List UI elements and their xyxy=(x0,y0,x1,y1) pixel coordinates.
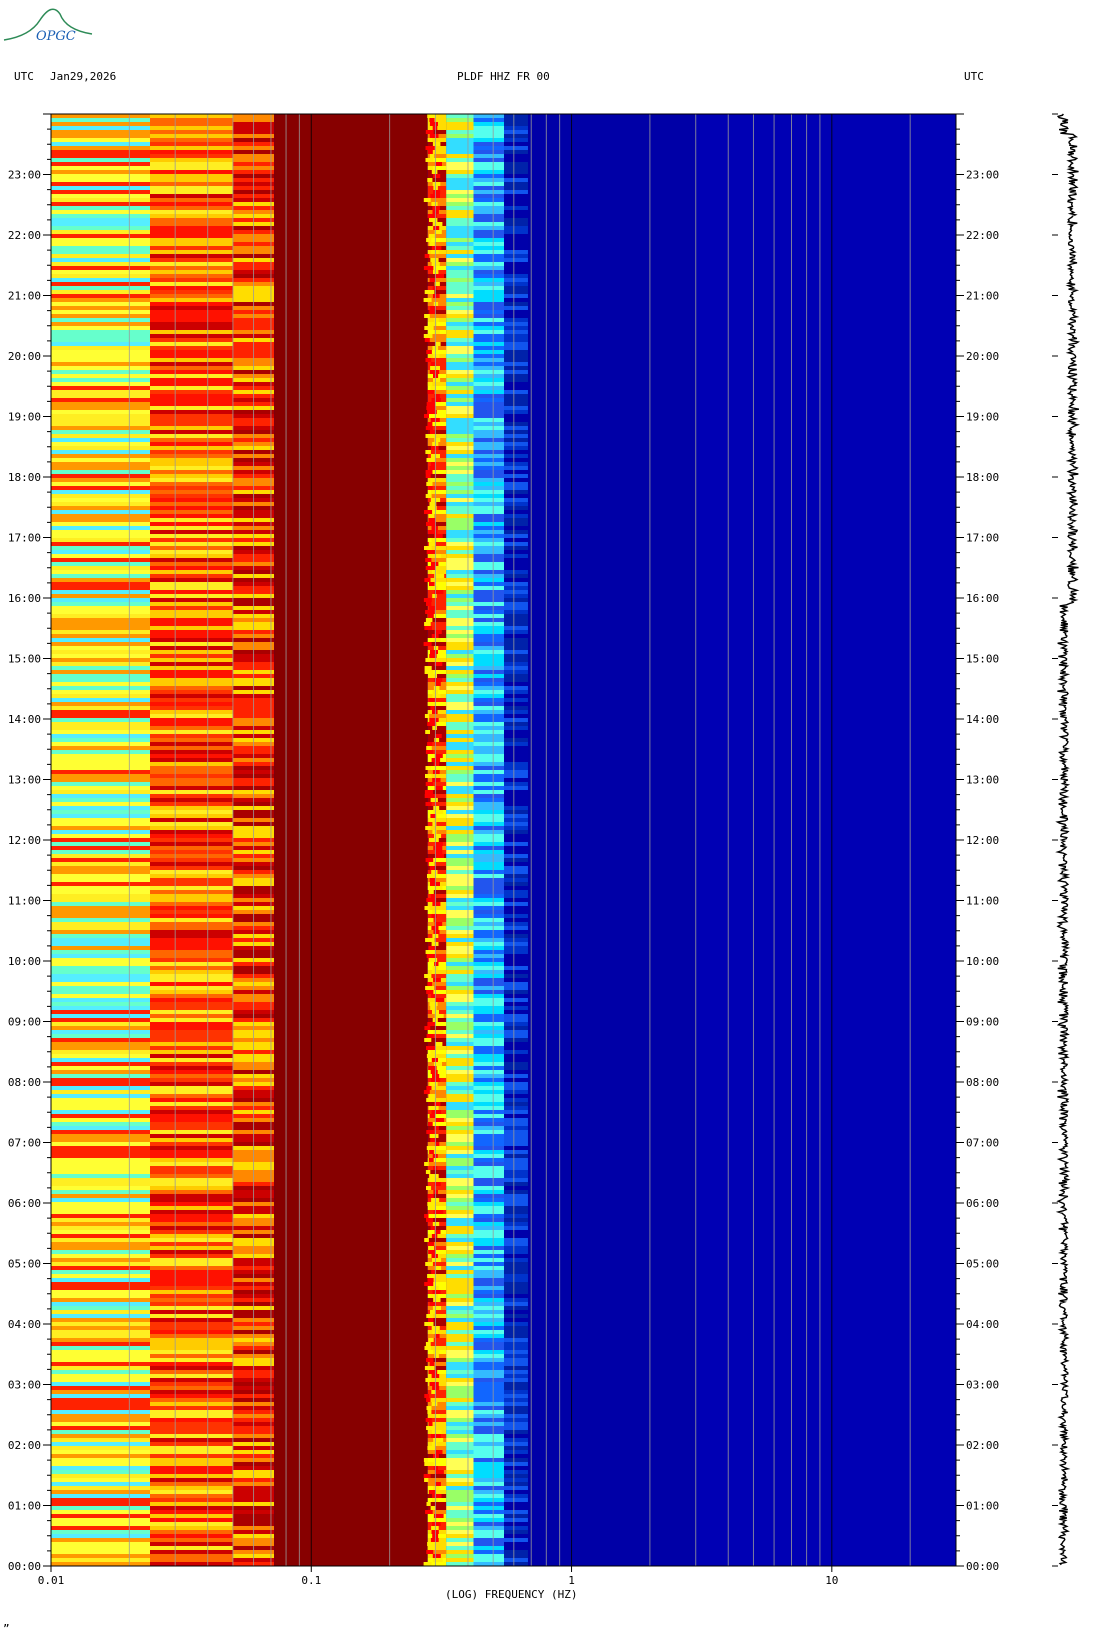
y-tick-label-right: 14:00 xyxy=(966,713,999,726)
y-tick-label-left: 16:00 xyxy=(8,592,41,605)
y-tick-label-right: 17:00 xyxy=(966,532,999,545)
y-tick-label-left: 14:00 xyxy=(8,713,41,726)
y-tick-label-left: 08:00 xyxy=(8,1076,41,1089)
y-tick-label-left: 19:00 xyxy=(8,411,41,424)
y-tick-label-right: 10:00 xyxy=(966,955,999,968)
seismogram-path xyxy=(1055,113,1080,1566)
x-tick-label: 0.1 xyxy=(301,1574,321,1587)
logo-text: OPGC xyxy=(36,29,76,44)
y-tick-label-left: 20:00 xyxy=(8,350,41,363)
x-axis: 0.01 0.1 1 10 xyxy=(38,1566,838,1587)
y-tick-label-right: 18:00 xyxy=(966,471,999,484)
y-tick-label-right: 00:00 xyxy=(966,1560,999,1573)
y-tick-label-right: 02:00 xyxy=(966,1439,999,1452)
y-tick-label-left: 09:00 xyxy=(8,1016,41,1029)
x-tick-label: 0.01 xyxy=(38,1574,65,1587)
y-tick-label-left: 05:00 xyxy=(8,1258,41,1271)
spectrogram-figure: OPGC UTC Jan29,2026 PLDF HHZ FR 00 UTC 0… xyxy=(3,8,1080,1634)
y-tick-label-left: 22:00 xyxy=(8,229,41,242)
header-utc-left: UTC xyxy=(14,70,34,83)
seismogram-trace xyxy=(1052,113,1080,1567)
y-tick-label-right: 13:00 xyxy=(966,774,999,787)
y-tick-label-right: 04:00 xyxy=(966,1318,999,1331)
y-tick-label-left: 21:00 xyxy=(8,290,41,303)
spectrogram-cells xyxy=(51,114,528,1566)
x-tick-label: 10 xyxy=(825,1574,838,1587)
y-tick-label-left: 10:00 xyxy=(8,955,41,968)
y-tick-label-right: 16:00 xyxy=(966,592,999,605)
y-tick-label-left: 12:00 xyxy=(8,834,41,847)
y-tick-label-right: 11:00 xyxy=(966,895,999,908)
y-tick-label-right: 01:00 xyxy=(966,1500,999,1513)
opgc-logo: OPGC xyxy=(3,8,93,44)
header-date: Jan29,2026 xyxy=(50,70,116,83)
y-tick-label-right: 15:00 xyxy=(966,653,999,666)
y-tick-label-left: 03:00 xyxy=(8,1379,41,1392)
y-tick-label-left: 01:00 xyxy=(8,1500,41,1513)
y-tick-label-left: 15:00 xyxy=(8,653,41,666)
y-tick-label-right: 12:00 xyxy=(966,834,999,847)
y-tick-label-left: 11:00 xyxy=(8,895,41,908)
y-tick-label-right: 05:00 xyxy=(966,1258,999,1271)
y-tick-label-left: 00:00 xyxy=(8,1560,41,1573)
y-tick-label-right: 07:00 xyxy=(966,1137,999,1150)
y-tick-label-right: 20:00 xyxy=(966,350,999,363)
y-tick-label-right: 08:00 xyxy=(966,1076,999,1089)
y-tick-label-right: 22:00 xyxy=(966,229,999,242)
x-axis-label: (LOG) FREQUENCY (HZ) xyxy=(445,1588,577,1601)
y-tick-label-right: 03:00 xyxy=(966,1379,999,1392)
y-tick-label-right: 06:00 xyxy=(966,1197,999,1210)
y-tick-label-left: 23:00 xyxy=(8,169,41,182)
y-tick-label-left: 18:00 xyxy=(8,471,41,484)
y-tick-label-right: 21:00 xyxy=(966,290,999,303)
low-energy-band xyxy=(527,114,696,1566)
header-utc-right: UTC xyxy=(964,70,984,83)
header-station: PLDF HHZ FR 00 xyxy=(457,70,550,83)
y-tick-label-right: 19:00 xyxy=(966,411,999,424)
x-tick-label: 1 xyxy=(568,1574,575,1587)
y-tick-label-left: 04:00 xyxy=(8,1318,41,1331)
footer-mark: ” xyxy=(3,1622,10,1634)
y-axis-left: 00:00 01:00 02:00 03:00 04:00 05:00 06:00 07:00… xyxy=(8,113,51,1573)
y-tick-label-left: 17:00 xyxy=(8,532,41,545)
y-tick-label-left: 13:00 xyxy=(8,774,41,787)
y-tick-label-right: 09:00 xyxy=(966,1016,999,1029)
y-axis-right: 00:00 01:00 02:00 03:00 04:00 05:00 06:00 07:00… xyxy=(956,113,999,1573)
y-tick-label-left: 06:00 xyxy=(8,1197,41,1210)
y-tick-label-left: 02:00 xyxy=(8,1439,41,1452)
y-tick-label-left: 07:00 xyxy=(8,1137,41,1150)
y-tick-label-right: 23:00 xyxy=(966,169,999,182)
